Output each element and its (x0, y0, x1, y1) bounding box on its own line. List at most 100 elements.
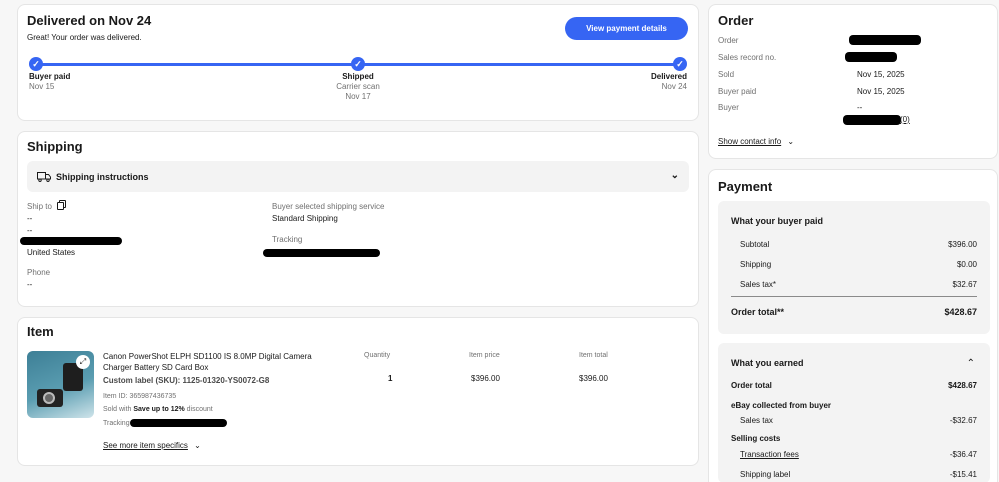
selling-costs-heading: Selling costs (731, 434, 977, 443)
shipping-card: Shipping Shipping instructions ⌄ Ship to… (17, 131, 699, 307)
copy-icon[interactable] (57, 202, 65, 210)
ship-to-label: Ship to (27, 202, 65, 211)
check-icon: ✓ (351, 57, 365, 71)
buyer-paid-value: Nov 15, 2025 (857, 87, 905, 96)
see-more-specifics-link[interactable]: See more item specifics ⌄ (103, 441, 201, 450)
divider (731, 296, 977, 297)
sales-tax-row: Sales tax* $32.67 (740, 280, 977, 289)
collected-label: eBay collected from buyer (731, 401, 832, 410)
shipping-label-row: Shipping label -$15.41 (740, 470, 977, 479)
redacted-address (20, 237, 122, 245)
redacted-sales-record (845, 52, 897, 62)
payment-card: Payment What your buyer paid Subtotal $3… (708, 169, 998, 482)
earned-order-total-label: Order total (731, 381, 772, 390)
buyer-paid-title: What your buyer paid (731, 216, 824, 226)
step-date: Nov 17 (345, 92, 371, 101)
order-title: Order (718, 13, 754, 28)
item-sku: Custom label (SKU): 1125-01320-YS0072-G8 (103, 376, 270, 385)
item-total-label: Item total (579, 352, 608, 359)
collected-tax-row: Sales tax -$32.67 (740, 416, 977, 425)
item-total-value: $396.00 (579, 374, 608, 383)
status-title: Delivered on Nov 24 (27, 13, 152, 28)
order-total-row: Order total** $428.67 (731, 307, 977, 317)
shipping-service-value: Standard Shipping (272, 214, 338, 223)
item-title: Item (27, 324, 54, 339)
show-contact-info-link[interactable]: Show contact info ⌄ (718, 137, 794, 146)
item-price-value: $396.00 (471, 374, 500, 383)
sales-tax-value: $32.67 (952, 280, 977, 289)
redacted-buyer-id[interactable] (843, 115, 901, 125)
phone-value: -- (27, 280, 33, 289)
collected-tax-value: -$32.67 (949, 416, 977, 425)
sales-tax-label: Sales tax* (740, 280, 777, 289)
shipping-title: Shipping (27, 139, 83, 154)
earned-title: What you earned (731, 358, 804, 368)
check-icon: ✓ (29, 57, 43, 71)
sold-with-suffix: discount (184, 406, 213, 413)
shipping-instructions-label: Shipping instructions (56, 171, 149, 182)
sold-value: Nov 15, 2025 (857, 70, 905, 79)
ship-to-text: Ship to (27, 202, 52, 211)
view-payment-details-button[interactable]: View payment details (565, 17, 688, 40)
shipping-row: Shipping $0.00 (740, 260, 977, 269)
order-total-value: $428.67 (944, 307, 977, 317)
tracking-label: Tracking (272, 235, 303, 244)
item-id: Item ID: 365987436735 (103, 393, 177, 400)
expand-icon[interactable]: ⤢ (76, 355, 90, 369)
step-label: Shipped (342, 72, 374, 81)
earned-order-total-row: Order total $428.67 (731, 381, 977, 390)
earned-order-total-value: $428.67 (948, 381, 977, 390)
lens-image (43, 392, 55, 404)
item-name[interactable]: Canon PowerShot ELPH SD1100 IS 8.0MP Dig… (103, 351, 323, 373)
shipping-instructions-toggle[interactable]: Shipping instructions ⌄ (27, 161, 689, 192)
subtotal-row: Subtotal $396.00 (740, 240, 977, 249)
see-more-label: See more item specifics (103, 441, 188, 450)
item-price-label: Item price (469, 352, 500, 359)
step-label: Buyer paid (29, 72, 71, 81)
item-thumbnail[interactable]: ⤢ (27, 351, 94, 418)
subtotal-value: $396.00 (948, 240, 977, 249)
order-total-label: Order total** (731, 307, 785, 317)
truck-icon (37, 171, 51, 182)
redacted-order-number (849, 35, 921, 45)
buyer-label: Buyer (718, 103, 739, 112)
buyer-value: -- (857, 103, 863, 112)
step-detail: Carrier scan (336, 82, 380, 91)
shipping-cost-value: $0.00 (956, 260, 977, 269)
sold-with-prefix: Sold with (103, 406, 134, 413)
earned-panel: What you earned ⌃ Order total $428.67 eB… (718, 343, 990, 482)
sold-with-bold: Save up to 12% (133, 406, 185, 413)
status-subtitle: Great! Your order was delivered. (27, 33, 142, 42)
ship-country: United States (27, 248, 76, 257)
transaction-fees-row: Transaction fees -$36.47 (740, 450, 977, 459)
quantity-value: 1 (388, 374, 393, 383)
order-card: Order Order Sales record no. Sold Nov 15… (708, 4, 998, 159)
collected-tax-label: Sales tax (740, 416, 773, 425)
delivery-status-card: Delivered on Nov 24 Great! Your order wa… (17, 4, 699, 121)
step-label: Delivered (650, 72, 687, 81)
item-card: Item ⤢ Canon PowerShot ELPH SD1100 IS 8.… (17, 317, 699, 466)
chevron-up-icon: ⌃ (966, 358, 975, 369)
earned-toggle[interactable]: What you earned ⌃ (731, 358, 977, 370)
shipping-cost-label: Shipping (740, 260, 772, 269)
transaction-fees-link[interactable]: Transaction fees (740, 450, 799, 459)
payment-title: Payment (718, 179, 773, 194)
step-delivered: Delivered Nov 24 (651, 72, 687, 91)
step-shipped: Shipped Carrier scan Nov 17 (318, 72, 398, 101)
shipping-service-label: Buyer selected shipping service (272, 202, 385, 211)
quantity-label: Quantity (364, 352, 391, 359)
buyer-paid-panel: What your buyer paid Subtotal $396.00 Sh… (718, 201, 990, 334)
step-date: Nov 24 (661, 82, 687, 91)
step-date: Nov 15 (29, 82, 55, 91)
shipping-label-value: -$15.41 (949, 470, 977, 479)
selling-costs-label: Selling costs (731, 434, 781, 443)
buyer-feedback-link[interactable]: (0) (900, 115, 910, 124)
ship-address-line1: -- (27, 214, 33, 223)
check-icon: ✓ (673, 57, 687, 71)
sales-record-label: Sales record no. (718, 53, 777, 62)
ship-address-line2: -- (27, 226, 33, 235)
order-label: Order (718, 36, 739, 45)
buyer-paid-label: Buyer paid (718, 87, 757, 96)
show-contact-info-label: Show contact info (718, 137, 782, 146)
redacted-tracking-number[interactable] (263, 249, 380, 257)
